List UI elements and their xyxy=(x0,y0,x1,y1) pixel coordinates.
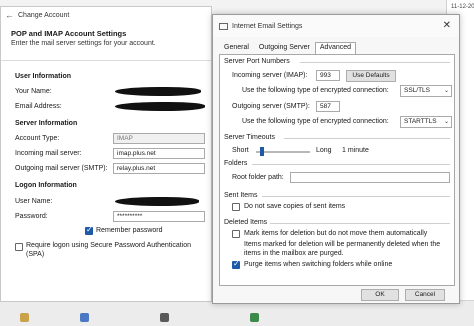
chevron-down-icon: ⌄ xyxy=(443,119,449,125)
outgoing-server-field[interactable]: relay.plus.net xyxy=(113,163,205,174)
close-icon[interactable]: ✕ xyxy=(443,20,451,31)
sent-items-heading: Sent Items xyxy=(224,192,258,199)
advanced-panel: Server Port Numbers Incoming server (IMA… xyxy=(219,54,455,286)
ok-button[interactable]: OK xyxy=(361,289,399,301)
timeouts-heading: Server Timeouts xyxy=(224,134,275,141)
purge-checkbox[interactable] xyxy=(232,259,240,269)
timeout-long-label: Long xyxy=(316,147,332,154)
encryption-label-incoming: Use the following type of encrypted conn… xyxy=(242,87,389,94)
your-name-label: Your Name: xyxy=(15,88,52,95)
timeout-short-label: Short xyxy=(232,147,249,154)
mark-deletion-checkbox[interactable] xyxy=(232,230,240,238)
user-info-heading: User Information xyxy=(15,73,72,80)
username-field-redacted[interactable] xyxy=(115,197,199,206)
internet-email-titlebar: Internet Email Settings xyxy=(213,15,459,37)
outgoing-smtp-label: Outgoing server (SMTP): xyxy=(232,103,310,110)
sent-items-checkbox[interactable] xyxy=(232,203,240,211)
cancel-button[interactable]: Cancel xyxy=(405,289,445,301)
internet-email-settings-dialog: Internet Email Settings ✕ General Outgoi… xyxy=(212,14,460,304)
section-divider xyxy=(284,138,450,139)
tab-general[interactable]: General xyxy=(219,42,254,54)
outgoing-port-field[interactable]: 587 xyxy=(316,101,340,112)
deleted-items-heading: Deleted Items xyxy=(224,219,268,226)
outgoing-encryption-select[interactable]: STARTTLS ⌄ xyxy=(400,116,452,128)
message-date: 11-12-2022 xyxy=(451,4,474,10)
back-arrow-icon[interactable]: ← xyxy=(5,10,14,20)
timeout-slider-thumb[interactable] xyxy=(260,147,265,156)
use-defaults-button[interactable]: Use Defaults xyxy=(346,70,396,82)
tab-advanced[interactable]: Advanced xyxy=(314,42,357,54)
mark-deletion-label: Mark items for deletion but do not move … xyxy=(244,230,428,237)
email-field-redacted[interactable] xyxy=(115,102,205,111)
outgoing-encryption-value: STARTTLS xyxy=(404,118,437,125)
chevron-down-icon: ⌄ xyxy=(443,88,449,94)
tab-outgoing-server[interactable]: Outgoing Server xyxy=(254,42,315,54)
spa-checkbox[interactable] xyxy=(15,243,23,251)
email-label: Email Address: xyxy=(15,103,62,110)
change-account-header: POP and IMAP Account Settings Enter the … xyxy=(1,23,211,61)
username-label: User Name: xyxy=(15,198,53,205)
server-info-heading: Server Information xyxy=(15,120,78,127)
mark-deletion-note-line1: Items marked for deletion will be perman… xyxy=(244,241,441,248)
header-title: POP and IMAP Account Settings xyxy=(11,29,127,38)
incoming-encryption-select[interactable]: SSL/TLS ⌄ xyxy=(400,85,452,97)
folders-heading: Folders xyxy=(224,160,248,167)
incoming-port-field[interactable]: 993 xyxy=(316,70,340,81)
settings-tabs: General Outgoing Server Advanced xyxy=(219,42,357,54)
section-divider xyxy=(262,196,450,197)
incoming-imap-label: Incoming server (IMAP): xyxy=(232,72,308,79)
change-account-title: Change Account xyxy=(18,11,70,19)
root-folder-label: Root folder path: xyxy=(232,174,284,181)
root-folder-field[interactable] xyxy=(290,172,450,183)
encryption-label-outgoing: Use the following type of encrypted conn… xyxy=(242,118,389,125)
change-account-titlebar: ← Change Account xyxy=(1,7,211,23)
incoming-server-label: Incoming mail server: xyxy=(15,150,82,157)
incoming-server-field[interactable]: imap.plus.net xyxy=(113,148,205,159)
account-type-field: IMAP xyxy=(113,133,205,144)
purge-label: Purge items when switching folders while… xyxy=(244,261,393,268)
remember-password-label: Remember password xyxy=(96,227,163,234)
section-divider xyxy=(300,62,450,63)
account-type-label: Account Type: xyxy=(15,135,60,142)
outgoing-server-label: Outgoing mail server (SMTP): xyxy=(15,165,108,172)
spa-label-line2: (SPA) xyxy=(26,251,45,258)
mail-icon xyxy=(219,22,228,30)
server-ports-heading: Server Port Numbers xyxy=(224,58,290,65)
mark-deletion-note-line2: items in the mailbox are purged. xyxy=(244,250,344,257)
logon-info-heading: Logon Information xyxy=(15,182,77,189)
section-divider xyxy=(252,164,450,165)
your-name-field-redacted[interactable] xyxy=(115,87,201,96)
tasks-icon[interactable] xyxy=(250,313,259,322)
people-icon[interactable] xyxy=(160,313,169,322)
calendar-icon[interactable] xyxy=(80,313,89,322)
folder-icon[interactable] xyxy=(20,313,29,322)
internet-email-title: Internet Email Settings xyxy=(232,22,303,30)
password-field[interactable]: ********** xyxy=(113,211,205,222)
section-divider xyxy=(270,223,450,224)
spa-label-line1: Require logon using Secure Password Auth… xyxy=(26,242,191,249)
incoming-encryption-value: SSL/TLS xyxy=(404,87,431,94)
header-subtitle: Enter the mail server settings for your … xyxy=(11,40,156,47)
change-account-dialog: ← Change Account POP and IMAP Account Se… xyxy=(0,6,212,302)
password-label: Password: xyxy=(15,213,48,220)
remember-password-checkbox[interactable] xyxy=(85,225,93,235)
sent-items-label: Do not save copies of sent items xyxy=(244,203,346,210)
timeout-value: 1 minute xyxy=(342,147,369,154)
